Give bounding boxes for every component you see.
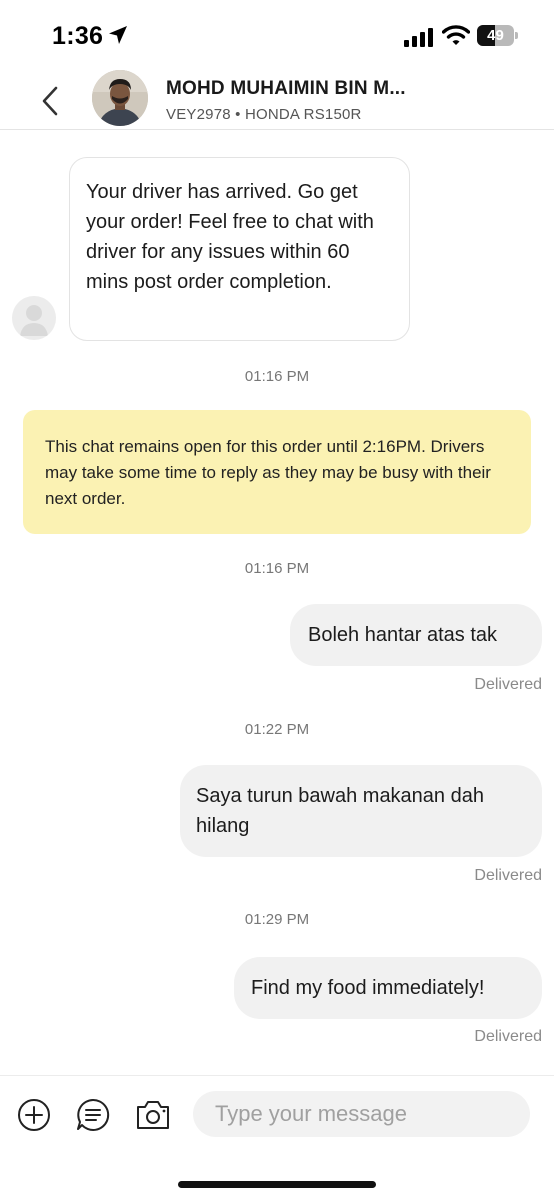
outgoing-message-bubble: Boleh hantar atas tak — [290, 604, 542, 666]
driver-avatar[interactable] — [92, 70, 148, 126]
message-input-bar — [0, 1075, 554, 1200]
status-time: 1:36 — [52, 22, 104, 50]
delivery-status: Delivered — [474, 867, 542, 884]
delivery-status: Delivered — [474, 1028, 542, 1045]
incoming-message-bubble: Your driver has arrived. Go get your ord… — [69, 157, 410, 341]
vehicle-info: VEY2978 • HONDA RS150R — [166, 106, 362, 123]
battery-level: 49 — [487, 27, 504, 44]
message-timestamp: 01:29 PM — [244, 911, 310, 928]
location-arrow-icon — [109, 26, 127, 44]
delivery-status: Delivered — [474, 676, 542, 693]
message-input[interactable] — [193, 1091, 530, 1137]
quick-reply-icon[interactable] — [75, 1097, 111, 1133]
cellular-signal-icon — [404, 28, 433, 47]
message-timestamp: 01:22 PM — [244, 721, 310, 738]
outgoing-message-bubble: Saya turun bawah makanan dah hilang — [180, 765, 542, 857]
driver-name: MOHD MUHAIMIN BIN M... — [166, 78, 406, 99]
camera-icon[interactable] — [135, 1097, 171, 1133]
home-indicator — [178, 1181, 376, 1188]
sender-avatar-placeholder — [12, 296, 56, 340]
add-icon[interactable] — [16, 1097, 52, 1133]
outgoing-message-bubble: Find my food immediately! — [234, 957, 542, 1019]
status-bar: 1:36 49 — [0, 0, 554, 66]
battery-icon: 49 — [477, 25, 519, 46]
chat-notice-banner: This chat remains open for this order un… — [23, 410, 531, 534]
message-timestamp: 01:16 PM — [244, 560, 310, 577]
wifi-icon — [442, 25, 470, 45]
back-chevron-icon[interactable] — [36, 84, 66, 118]
message-timestamp: 01:16 PM — [244, 368, 310, 385]
chat-header: MOHD MUHAIMIN BIN M... VEY2978 • HONDA R… — [0, 66, 554, 130]
